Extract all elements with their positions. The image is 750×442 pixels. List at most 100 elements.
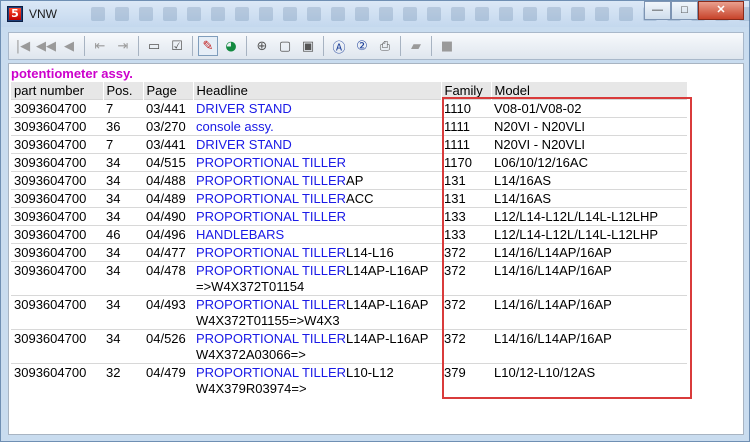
cell-headline[interactable]: DRIVER STAND (193, 134, 441, 153)
cell-headline[interactable]: PROPORTIONAL TILLERL14AP-L16AP W4X372T011… (193, 294, 441, 329)
cell-part-number: 3093604700 (11, 242, 103, 261)
toolbar-separator (192, 36, 193, 56)
close-button[interactable]: ✕ (698, 1, 744, 20)
search-a-icon[interactable]: Ⓐ (329, 36, 349, 56)
pen-tool-icon[interactable]: ✎ (198, 36, 218, 56)
section-title: potentiometer assy. (11, 66, 133, 81)
window-controls: — □ ✕ (644, 1, 744, 20)
table-row[interactable]: 3093604700 34 04/493 PROPORTIONAL TILLERL14… (11, 294, 687, 329)
table-row[interactable]: 3093604700 34 04/515 PROPORTIONAL TILLER 117… (11, 152, 687, 171)
headline-link[interactable]: PROPORTIONAL TILLER (196, 191, 346, 206)
maximize-button[interactable]: □ (671, 1, 698, 20)
headline-link[interactable]: PROPORTIONAL TILLER (196, 155, 346, 170)
page-icon[interactable]: ▢ (275, 36, 295, 56)
table-row[interactable]: 3093604700 32 04/479 PROPORTIONAL TILLERL10… (11, 362, 687, 397)
column-header-page[interactable]: Page (143, 82, 194, 99)
cell-model: L14/16/L14AP/16AP (491, 242, 687, 261)
headline-line2: W4X372T01155=>W4X3 (196, 312, 340, 328)
cell-pos: 34 (103, 152, 143, 171)
headline-suffix: L14AP-L16AP (346, 296, 429, 312)
cell-headline[interactable]: PROPORTIONAL TILLERACC (193, 188, 441, 207)
headline-link[interactable]: PROPORTIONAL TILLER (196, 173, 346, 188)
headline-link[interactable]: PROPORTIONAL TILLER (196, 365, 346, 380)
cell-headline[interactable]: console assy. (193, 116, 441, 135)
headline-line2: W4X379R03974=> (196, 380, 307, 396)
title-bar[interactable]: 5 VNW — □ ✕ (1, 1, 750, 27)
toolbar-separator (246, 36, 247, 56)
results-panel: potentiometer assy. part number Pos. Pag… (8, 63, 744, 435)
toolbar-separator (84, 36, 85, 56)
cell-pos: 36 (103, 116, 143, 135)
page-copy-icon[interactable]: ▣ (298, 36, 318, 56)
table-row[interactable]: 3093604700 46 04/496 HANDLEBARS 133 L12/L14-L… (11, 224, 687, 243)
column-header-pos[interactable]: Pos. (103, 82, 144, 99)
cell-headline[interactable]: PROPORTIONAL TILLERAP (193, 170, 441, 189)
column-header-family[interactable]: Family (441, 82, 492, 99)
cell-headline[interactable]: PROPORTIONAL TILLERL10-L12 W4X379R03974=> (193, 362, 441, 397)
cell-part-number: 3093604700 (11, 134, 103, 153)
table-header-row: part number Pos. Page Headline Family Mo… (11, 82, 688, 99)
cell-pos: 46 (103, 224, 143, 243)
table-row[interactable]: 3093604700 36 03/270 console assy. 1111 N20VI… (11, 116, 687, 135)
cell-page: 04/490 (143, 206, 193, 225)
table-row[interactable]: 3093604700 7 03/441 DRIVER STAND 1110 V08-01/… (11, 98, 687, 117)
cell-family: 372 (441, 294, 491, 329)
cell-family: 372 (441, 328, 491, 363)
cell-family: 131 (441, 188, 491, 207)
headline-link[interactable]: DRIVER STAND (196, 101, 292, 116)
cell-headline[interactable]: PROPORTIONAL TILLER (193, 206, 441, 225)
cell-page: 03/441 (143, 134, 193, 153)
cell-headline[interactable]: PROPORTIONAL TILLERL14AP-L16AP W4X372A030… (193, 328, 441, 363)
cell-family: 372 (441, 242, 491, 261)
print-icon[interactable]: ⎙ (375, 36, 395, 56)
table-row[interactable]: 3093604700 34 04/477 PROPORTIONAL TILLERL14… (11, 242, 687, 261)
toolbar-separator (138, 36, 139, 56)
cell-pos: 7 (103, 98, 143, 117)
headline-link[interactable]: PROPORTIONAL TILLER (196, 297, 346, 312)
cell-headline[interactable]: PROPORTIONAL TILLERL14AP-L16AP =>W4X372T0… (193, 260, 441, 295)
zoom-icon[interactable]: ⊕ (252, 36, 272, 56)
table-row[interactable]: 3093604700 34 04/526 PROPORTIONAL TILLERL14… (11, 328, 687, 363)
cell-model: N20VI - N20VLI (491, 134, 687, 153)
app-window: 5 VNW — □ ✕ |◀ ◀◀ ◀ ⇤ ⇥ ▭ ☑ ✎ ◕ ⊕ ▢ ▣ Ⓐ ② ⎙ ▰ ■ potentio… (0, 0, 750, 442)
globe-icon[interactable]: ◕ (221, 36, 241, 56)
cell-headline[interactable]: DRIVER STAND (193, 98, 441, 117)
cart-icon[interactable]: ▭ (144, 36, 164, 56)
headline-link[interactable]: PROPORTIONAL TILLER (196, 209, 346, 224)
headline-suffix: AP (346, 172, 364, 188)
stop-icon: ■ (440, 38, 454, 54)
help-icon[interactable]: ② (352, 36, 372, 56)
minimize-button[interactable]: — (644, 1, 671, 20)
cell-part-number: 3093604700 (11, 294, 103, 329)
cell-page: 04/489 (143, 188, 193, 207)
cell-part-number: 3093604700 (11, 152, 103, 171)
column-header-model[interactable]: Model (491, 82, 688, 99)
headline-link[interactable]: PROPORTIONAL TILLER (196, 331, 346, 346)
column-header-part-number[interactable]: part number (11, 82, 104, 99)
cell-pos: 34 (103, 242, 143, 261)
table-row[interactable]: 3093604700 7 03/441 DRIVER STAND 1111 N20VI -… (11, 134, 687, 153)
toolbar: |◀ ◀◀ ◀ ⇤ ⇥ ▭ ☑ ✎ ◕ ⊕ ▢ ▣ Ⓐ ② ⎙ ▰ ■ (8, 32, 744, 60)
cell-headline[interactable]: HANDLEBARS (193, 224, 441, 243)
headline-link[interactable]: PROPORTIONAL TILLER (196, 263, 346, 278)
table-row[interactable]: 3093604700 34 04/490 PROPORTIONAL TILLER 133… (11, 206, 687, 225)
cell-part-number: 3093604700 (11, 116, 103, 135)
cell-model: N20VI - N20VLI (491, 116, 687, 135)
headline-link[interactable]: HANDLEBARS (196, 227, 284, 242)
cell-part-number: 3093604700 (11, 224, 103, 243)
table-row[interactable]: 3093604700 34 04/488 PROPORTIONAL TILLERAP 1… (11, 170, 687, 189)
headline-line2: W4X372A03066=> (196, 346, 306, 362)
checklist-icon[interactable]: ☑ (167, 36, 187, 56)
headline-link[interactable]: PROPORTIONAL TILLER (196, 245, 346, 260)
cell-headline[interactable]: PROPORTIONAL TILLER (193, 152, 441, 171)
headline-link[interactable]: DRIVER STAND (196, 137, 292, 152)
headline-suffix: L10-L12 (346, 364, 394, 380)
headline-link[interactable]: console assy. (196, 119, 274, 134)
table-row[interactable]: 3093604700 34 04/489 PROPORTIONAL TILLERACC… (11, 188, 687, 207)
table-row[interactable]: 3093604700 34 04/478 PROPORTIONAL TILLERL14… (11, 260, 687, 295)
cell-pos: 32 (103, 362, 143, 397)
cell-headline[interactable]: PROPORTIONAL TILLERL14-L16 (193, 242, 441, 261)
cell-family: 372 (441, 260, 491, 295)
cell-part-number: 3093604700 (11, 362, 103, 397)
column-header-headline[interactable]: Headline (193, 82, 442, 99)
